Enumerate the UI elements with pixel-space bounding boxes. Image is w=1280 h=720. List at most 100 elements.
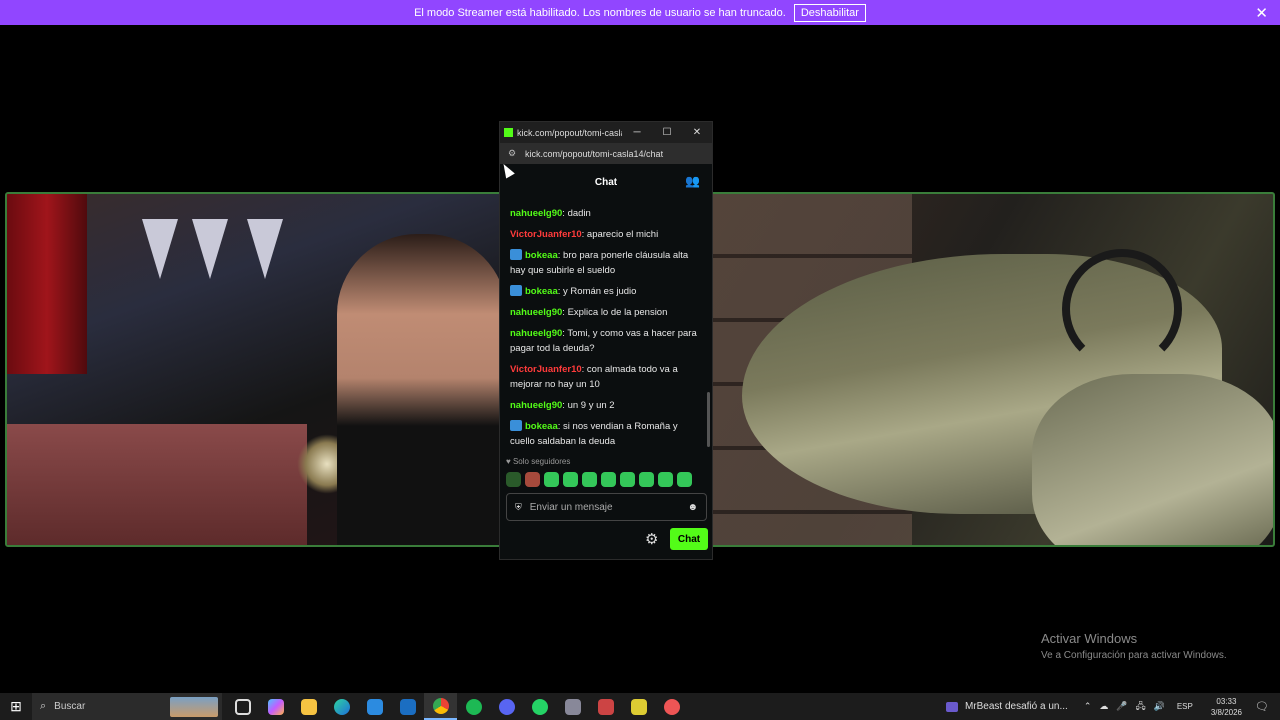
kick-icon bbox=[504, 128, 513, 137]
subscriber-badge-icon bbox=[510, 420, 522, 431]
notification-icon[interactable]: 🗨 bbox=[1252, 700, 1272, 713]
chat-message: bokeaa: bro para ponerle cláusula alta h… bbox=[510, 248, 702, 278]
gear-icon[interactable]: ⚙ bbox=[645, 530, 658, 548]
news-widget[interactable]: MrBeast desafió a un... bbox=[945, 701, 1068, 712]
search-label: Buscar bbox=[54, 701, 86, 712]
disable-button[interactable]: Deshabilitar bbox=[793, 3, 866, 22]
chat-username[interactable]: bokeaa bbox=[525, 250, 558, 261]
emote[interactable] bbox=[506, 472, 521, 487]
file-explorer-icon[interactable] bbox=[292, 693, 325, 720]
address-bar[interactable]: ⚙ kick.com/popout/tomi-casla14/chat bbox=[500, 143, 712, 164]
crocodile-body bbox=[1032, 374, 1273, 545]
chat-messages: nahueelg90: dadin VictorJuanfer10: aparec… bbox=[500, 206, 708, 454]
volume-icon[interactable]: 🔊 bbox=[1154, 701, 1165, 712]
cloud-icon[interactable]: ☁ bbox=[1099, 701, 1108, 712]
maximize-button[interactable]: ☐ bbox=[652, 127, 682, 138]
chevron-up-icon[interactable]: ⌃ bbox=[1084, 701, 1092, 712]
chat-message: nahueelg90: Explica lo de la pension bbox=[510, 305, 702, 320]
clock-date: 3/8/2026 bbox=[1210, 707, 1242, 717]
app-icon[interactable] bbox=[655, 693, 688, 720]
store-icon[interactable] bbox=[358, 693, 391, 720]
window-close-button[interactable]: ✕ bbox=[682, 127, 712, 138]
curtain bbox=[7, 194, 87, 374]
window-title: kick.com/popout/tomi-casla... bbox=[517, 127, 622, 138]
emote[interactable] bbox=[601, 472, 616, 487]
message-placeholder: Enviar un mensaje bbox=[529, 501, 613, 513]
emote[interactable] bbox=[525, 472, 540, 487]
whatsapp-icon[interactable] bbox=[523, 693, 556, 720]
subscriber-badge-icon bbox=[510, 249, 522, 260]
shield-icon: ⛨ bbox=[515, 501, 522, 512]
mic-icon[interactable]: 🎤 bbox=[1116, 701, 1127, 712]
chat-username[interactable]: nahueelg90 bbox=[510, 208, 562, 219]
taskbar-apps bbox=[226, 693, 688, 720]
emote[interactable] bbox=[658, 472, 673, 487]
emote[interactable] bbox=[677, 472, 692, 487]
task-view-icon[interactable] bbox=[226, 693, 259, 720]
chat-message: nahueelg90: dadin bbox=[510, 206, 702, 221]
copilot-icon[interactable] bbox=[259, 693, 292, 720]
close-icon[interactable]: ✕ bbox=[1255, 4, 1268, 22]
chat-text: un 9 y un 2 bbox=[567, 400, 615, 411]
user-list-icon[interactable]: 👥 bbox=[685, 174, 700, 188]
send-chat-button[interactable]: Chat bbox=[670, 528, 708, 550]
chat-message: VictorJuanfer10: aparecio el michi bbox=[510, 227, 702, 242]
app-icon[interactable] bbox=[556, 693, 589, 720]
chat-scrollbar[interactable] bbox=[707, 392, 710, 447]
pennant bbox=[247, 219, 283, 279]
message-input[interactable]: ⛨ Enviar un mensaje ☻ bbox=[506, 493, 707, 521]
chat-message: nahueelg90: un 9 y un 2 bbox=[510, 398, 702, 413]
chat-text: dadin bbox=[567, 208, 591, 219]
headset bbox=[1062, 249, 1182, 369]
chat-message: VictorJuanfer10: con almada todo va a me… bbox=[510, 362, 702, 392]
chat-message: bokeaa: si nos vendian a Romaña y cuello… bbox=[510, 419, 702, 449]
activate-windows-watermark: Activar Windows Ve a Configuración para … bbox=[1041, 631, 1227, 661]
windows-start-icon[interactable]: ⊞ bbox=[0, 698, 32, 715]
activate-subtitle: Ve a Configuración para activar Windows. bbox=[1041, 650, 1227, 661]
chat-username[interactable]: bokeaa bbox=[525, 286, 558, 297]
network-icon[interactable]: 🖧 bbox=[1136, 699, 1146, 715]
emote[interactable] bbox=[639, 472, 654, 487]
chat-username[interactable]: nahueelg90 bbox=[510, 400, 562, 411]
banner-message: El modo Streamer está habilitado. Los no… bbox=[414, 6, 786, 19]
minimize-button[interactable]: ─ bbox=[622, 127, 652, 138]
language-indicator[interactable]: ESP bbox=[1177, 702, 1193, 711]
chat-title: Chat bbox=[594, 176, 618, 188]
outlook-icon[interactable] bbox=[391, 693, 424, 720]
activate-title: Activar Windows bbox=[1041, 631, 1138, 646]
taskbar: ⊞ ⌕ Buscar MrBeast desafió a un... ⌃ ☁ 🎤… bbox=[0, 693, 1280, 720]
pennant bbox=[142, 219, 178, 279]
chat-footer: ⚙ Chat bbox=[500, 528, 714, 550]
video-icon bbox=[945, 701, 958, 712]
chat-message: bokeaa: y Román es judio bbox=[510, 284, 702, 299]
spotify-icon[interactable] bbox=[457, 693, 490, 720]
discord-icon[interactable] bbox=[490, 693, 523, 720]
chat-header: Chat 👥 bbox=[500, 164, 712, 200]
chat-username[interactable]: nahueelg90 bbox=[510, 328, 562, 339]
app-icon[interactable] bbox=[622, 693, 655, 720]
chrome-icon[interactable] bbox=[424, 693, 457, 720]
pennant bbox=[192, 219, 228, 279]
app-icon[interactable] bbox=[589, 693, 622, 720]
emoji-icon[interactable]: ☻ bbox=[687, 502, 698, 513]
chat-text: aparecio el michi bbox=[586, 229, 659, 240]
chat-username[interactable]: nahueelg90 bbox=[510, 307, 562, 318]
emote[interactable] bbox=[620, 472, 635, 487]
chat-username[interactable]: VictorJuanfer10 bbox=[510, 229, 582, 240]
search-highlight-image bbox=[170, 696, 218, 717]
taskbar-search[interactable]: ⌕ Buscar bbox=[32, 693, 222, 720]
streamer-mode-banner: El modo Streamer está habilitado. Los no… bbox=[0, 0, 1280, 25]
crocodile-video bbox=[710, 192, 1275, 547]
chat-username[interactable]: bokeaa bbox=[525, 421, 558, 432]
emote[interactable] bbox=[544, 472, 559, 487]
emote[interactable] bbox=[582, 472, 597, 487]
chat-username[interactable]: VictorJuanfer10 bbox=[510, 364, 582, 375]
url-text: kick.com/popout/tomi-casla14/chat bbox=[525, 148, 664, 159]
site-settings-icon[interactable]: ⚙ bbox=[508, 148, 518, 159]
emote[interactable] bbox=[563, 472, 578, 487]
bed bbox=[7, 424, 307, 545]
clock[interactable]: 03:33 3/8/2026 bbox=[1211, 696, 1242, 718]
streamer bbox=[337, 234, 500, 545]
clock-time: 03:33 bbox=[1216, 696, 1237, 706]
edge-icon[interactable] bbox=[325, 693, 358, 720]
